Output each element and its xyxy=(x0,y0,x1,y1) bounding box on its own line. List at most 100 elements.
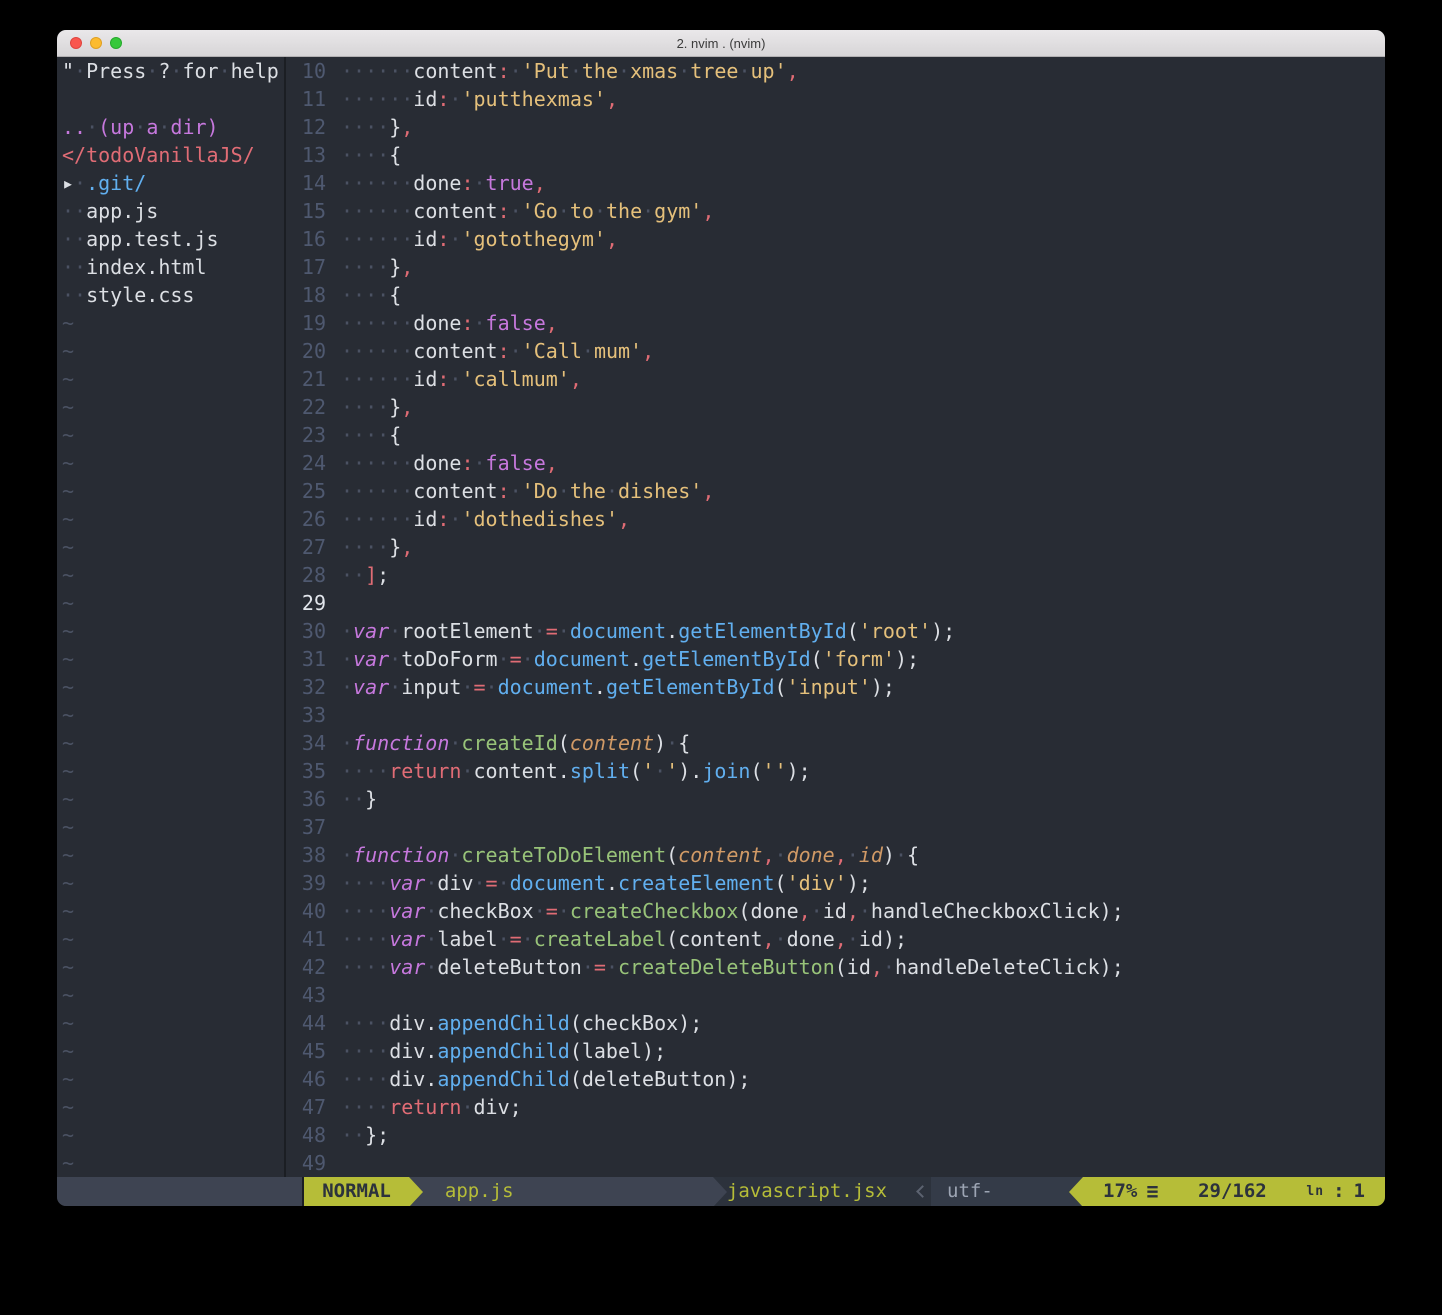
code-line-39[interactable]: 39····var·div·=·document.createElement('… xyxy=(286,869,1385,897)
file-item-app-js[interactable]: ··app.js xyxy=(62,197,284,225)
code-line-17[interactable]: 17····}, xyxy=(286,253,1385,281)
code-line-46[interactable]: 46····div.appendChild(deleteButton); xyxy=(286,1065,1385,1093)
code-line-13[interactable]: 13····{ xyxy=(286,141,1385,169)
line-number: 42 xyxy=(286,953,326,981)
code-line-42[interactable]: 42····var·deleteButton·=·createDeleteBut… xyxy=(286,953,1385,981)
code-line-12[interactable]: 12····}, xyxy=(286,113,1385,141)
empty-buffer-tilde: ~ xyxy=(62,785,284,813)
empty-buffer-tilde: ~ xyxy=(62,393,284,421)
empty-buffer-tilde: ~ xyxy=(62,953,284,981)
code-line-15[interactable]: 15······content:·'Go·to·the·gym', xyxy=(286,197,1385,225)
code-line-43[interactable]: 43 xyxy=(286,981,1385,1009)
code-line-41[interactable]: 41····var·label·=·createLabel(content,·d… xyxy=(286,925,1385,953)
empty-buffer-tilde: ~ xyxy=(62,1009,284,1037)
dir-up-item[interactable]: ..·(up·a·dir) xyxy=(62,113,284,141)
code-line-33[interactable]: 33 xyxy=(286,701,1385,729)
empty-buffer-tilde: ~ xyxy=(62,1149,284,1177)
code-line-10[interactable]: 10······content:·'Put·the·xmas·tree·up', xyxy=(286,57,1385,85)
line-number: 45 xyxy=(286,1037,326,1065)
code-line-22[interactable]: 22····}, xyxy=(286,393,1385,421)
zoom-button[interactable] xyxy=(110,37,122,49)
code-line-29[interactable]: 29 xyxy=(286,589,1385,617)
code-line-31[interactable]: 31·var·toDoForm·=·document.getElementByI… xyxy=(286,645,1385,673)
thin-separator-icon xyxy=(913,1177,931,1206)
line-number: 39 xyxy=(286,869,326,897)
close-button[interactable] xyxy=(70,37,82,49)
code-line-27[interactable]: 27····}, xyxy=(286,533,1385,561)
code-line-20[interactable]: 20······content:·'Call·mum', xyxy=(286,337,1385,365)
file-item-style-css[interactable]: ··style.css xyxy=(62,281,284,309)
code-line-28[interactable]: 28··]; xyxy=(286,561,1385,589)
line-number: 25 xyxy=(286,477,326,505)
code-text: ······content:·'Do·the·dishes', xyxy=(326,477,714,505)
powerline-separator-icon xyxy=(409,1177,423,1206)
dir-item-git[interactable]: ▸·.git/ xyxy=(62,169,284,197)
code-text xyxy=(326,813,341,841)
code-line-21[interactable]: 21······id:·'callmum', xyxy=(286,365,1385,393)
code-text: ·var·input·=·document.getElementById('in… xyxy=(326,673,895,701)
code-text: ····{ xyxy=(326,141,401,169)
code-line-30[interactable]: 30·var·rootElement·=·document.getElement… xyxy=(286,617,1385,645)
minimize-button[interactable] xyxy=(90,37,102,49)
code-line-26[interactable]: 26······id:·'dothedishes', xyxy=(286,505,1385,533)
code-line-36[interactable]: 36··} xyxy=(286,785,1385,813)
code-line-38[interactable]: 38·function·createToDoElement(content,·d… xyxy=(286,841,1385,869)
code-line-11[interactable]: 11······id:·'putthexmas', xyxy=(286,85,1385,113)
code-text: ··}; xyxy=(326,1121,389,1149)
code-line-14[interactable]: 14······done:·true, xyxy=(286,169,1385,197)
tree-root-item[interactable]: </todoVanillaJS/ xyxy=(62,141,284,169)
filetype-segment: javascript.jsx xyxy=(727,1177,913,1206)
empty-buffer-tilde: ~ xyxy=(62,701,284,729)
code-editor[interactable]: 10······content:·'Put·the·xmas·tree·up',… xyxy=(286,57,1385,1177)
nvim-content: "·Press·?·for·help ..·(up·a·dir)</todoVan… xyxy=(57,57,1385,1177)
titlebar[interactable]: 2. nvim . (nvim) xyxy=(57,30,1385,57)
line-number: 47 xyxy=(286,1093,326,1121)
code-line-45[interactable]: 45····div.appendChild(label); xyxy=(286,1037,1385,1065)
code-line-48[interactable]: 48··}; xyxy=(286,1121,1385,1149)
code-line-47[interactable]: 47····return·div; xyxy=(286,1093,1385,1121)
position-colon: : xyxy=(1333,1177,1344,1206)
code-text: ·var·toDoForm·=·document.getElementById(… xyxy=(326,645,919,673)
code-text: ·var·rootElement·=·document.getElementBy… xyxy=(326,617,955,645)
code-line-19[interactable]: 19······done:·false, xyxy=(286,309,1385,337)
code-text: ····div.appendChild(checkBox); xyxy=(326,1009,702,1037)
line-number: 43 xyxy=(286,981,326,1009)
netrw-help-banner: "·Press·?·for·help xyxy=(62,57,284,85)
code-line-40[interactable]: 40····var·checkBox·=·createCheckbox(done… xyxy=(286,897,1385,925)
empty-buffer-tilde: ~ xyxy=(62,533,284,561)
code-text: ····div.appendChild(label); xyxy=(326,1037,666,1065)
line-number: 18 xyxy=(286,281,326,309)
cursor-line-position: 29/162 xyxy=(1198,1177,1267,1206)
cursor-column: 1 xyxy=(1354,1177,1365,1206)
empty-buffer-tilde: ~ xyxy=(62,841,284,869)
code-line-32[interactable]: 32·var·input·=·document.getElementById('… xyxy=(286,673,1385,701)
code-line-23[interactable]: 23····{ xyxy=(286,421,1385,449)
code-text: ····{ xyxy=(326,281,401,309)
code-line-25[interactable]: 25······content:·'Do·the·dishes', xyxy=(286,477,1385,505)
code-line-24[interactable]: 24······done:·false, xyxy=(286,449,1385,477)
code-line-16[interactable]: 16······id:·'gotothegym', xyxy=(286,225,1385,253)
line-number: 48 xyxy=(286,1121,326,1149)
line-number: 19 xyxy=(286,309,326,337)
code-line-18[interactable]: 18····{ xyxy=(286,281,1385,309)
code-text: ··]; xyxy=(326,561,389,589)
file-item-index-html[interactable]: ··index.html xyxy=(62,253,284,281)
code-line-34[interactable]: 34·function·createId(content)·{ xyxy=(286,729,1385,757)
terminal-window: 2. nvim . (nvim) "·Press·?·for·help ..·(u… xyxy=(57,30,1385,1206)
code-line-35[interactable]: 35····return·content.split('·').join('')… xyxy=(286,757,1385,785)
code-line-49[interactable]: 49 xyxy=(286,1149,1385,1177)
file-explorer[interactable]: "·Press·?·for·help ..·(up·a·dir)</todoVan… xyxy=(57,57,286,1177)
code-line-37[interactable]: 37 xyxy=(286,813,1385,841)
code-text: ····var·div·=·document.createElement('di… xyxy=(326,869,871,897)
code-text: ····{ xyxy=(326,421,401,449)
line-number: 16 xyxy=(286,225,326,253)
file-item-app-test-js[interactable]: ··app.test.js xyxy=(62,225,284,253)
line-number: 34 xyxy=(286,729,326,757)
code-text: ·function·createToDoElement(content,·don… xyxy=(326,841,919,869)
code-text: ······id:·'dothedishes', xyxy=(326,505,630,533)
empty-buffer-tilde: ~ xyxy=(62,1037,284,1065)
code-line-44[interactable]: 44····div.appendChild(checkBox); xyxy=(286,1009,1385,1037)
empty-buffer-tilde: ~ xyxy=(62,449,284,477)
empty-buffer-tilde: ~ xyxy=(62,757,284,785)
line-number: 30 xyxy=(286,617,326,645)
